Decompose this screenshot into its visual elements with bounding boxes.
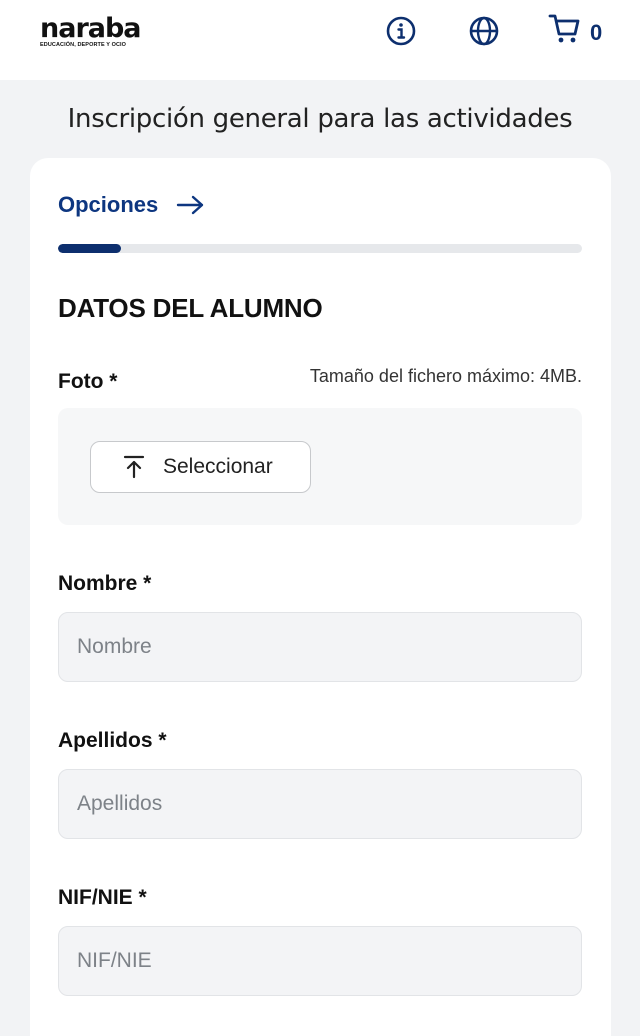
progress-fill <box>58 244 121 253</box>
arrow-right-icon <box>177 195 204 215</box>
app-header: naraba EDUCACIÓN, DEPORTE Y OCIO 0 <box>0 0 640 80</box>
photo-upload-area[interactable]: Seleccionar <box>58 408 582 525</box>
naraba-logo[interactable]: naraba EDUCACIÓN, DEPORTE Y OCIO <box>40 13 142 48</box>
logo-tagline: EDUCACIÓN, DEPORTE Y OCIO <box>40 42 127 48</box>
select-photo-button[interactable]: Seleccionar <box>90 441 311 493</box>
nif-nie-label: NIF/NIE * <box>58 886 147 909</box>
apellidos-label: Apellidos * <box>58 729 167 752</box>
nombre-input[interactable] <box>58 612 582 682</box>
page-title: Inscripción general para las actividades <box>67 104 573 134</box>
options-step-link[interactable]: Opciones <box>58 192 206 218</box>
globe-icon[interactable] <box>468 15 500 47</box>
info-icon[interactable] <box>385 15 417 47</box>
cart-icon[interactable] <box>548 12 582 46</box>
select-photo-label: Seleccionar <box>163 455 273 478</box>
photo-label: Foto * <box>58 370 118 393</box>
section-title: DATOS DEL ALUMNO <box>58 293 323 323</box>
nombre-label: Nombre * <box>58 572 152 595</box>
registration-card: Opciones DATOS DEL ALUMNO Foto * Tamaño … <box>30 158 611 1036</box>
logo-word: naraba <box>40 13 142 44</box>
options-step-label: Opciones <box>58 192 159 217</box>
apellidos-input[interactable] <box>58 769 582 839</box>
nif-nie-input[interactable] <box>58 926 582 996</box>
cart-count-badge[interactable]: 0 <box>590 20 602 46</box>
file-size-note: Tamaño del fichero máximo: 4MB. <box>309 366 582 386</box>
upload-icon <box>123 455 145 479</box>
progress-bar <box>58 244 582 253</box>
